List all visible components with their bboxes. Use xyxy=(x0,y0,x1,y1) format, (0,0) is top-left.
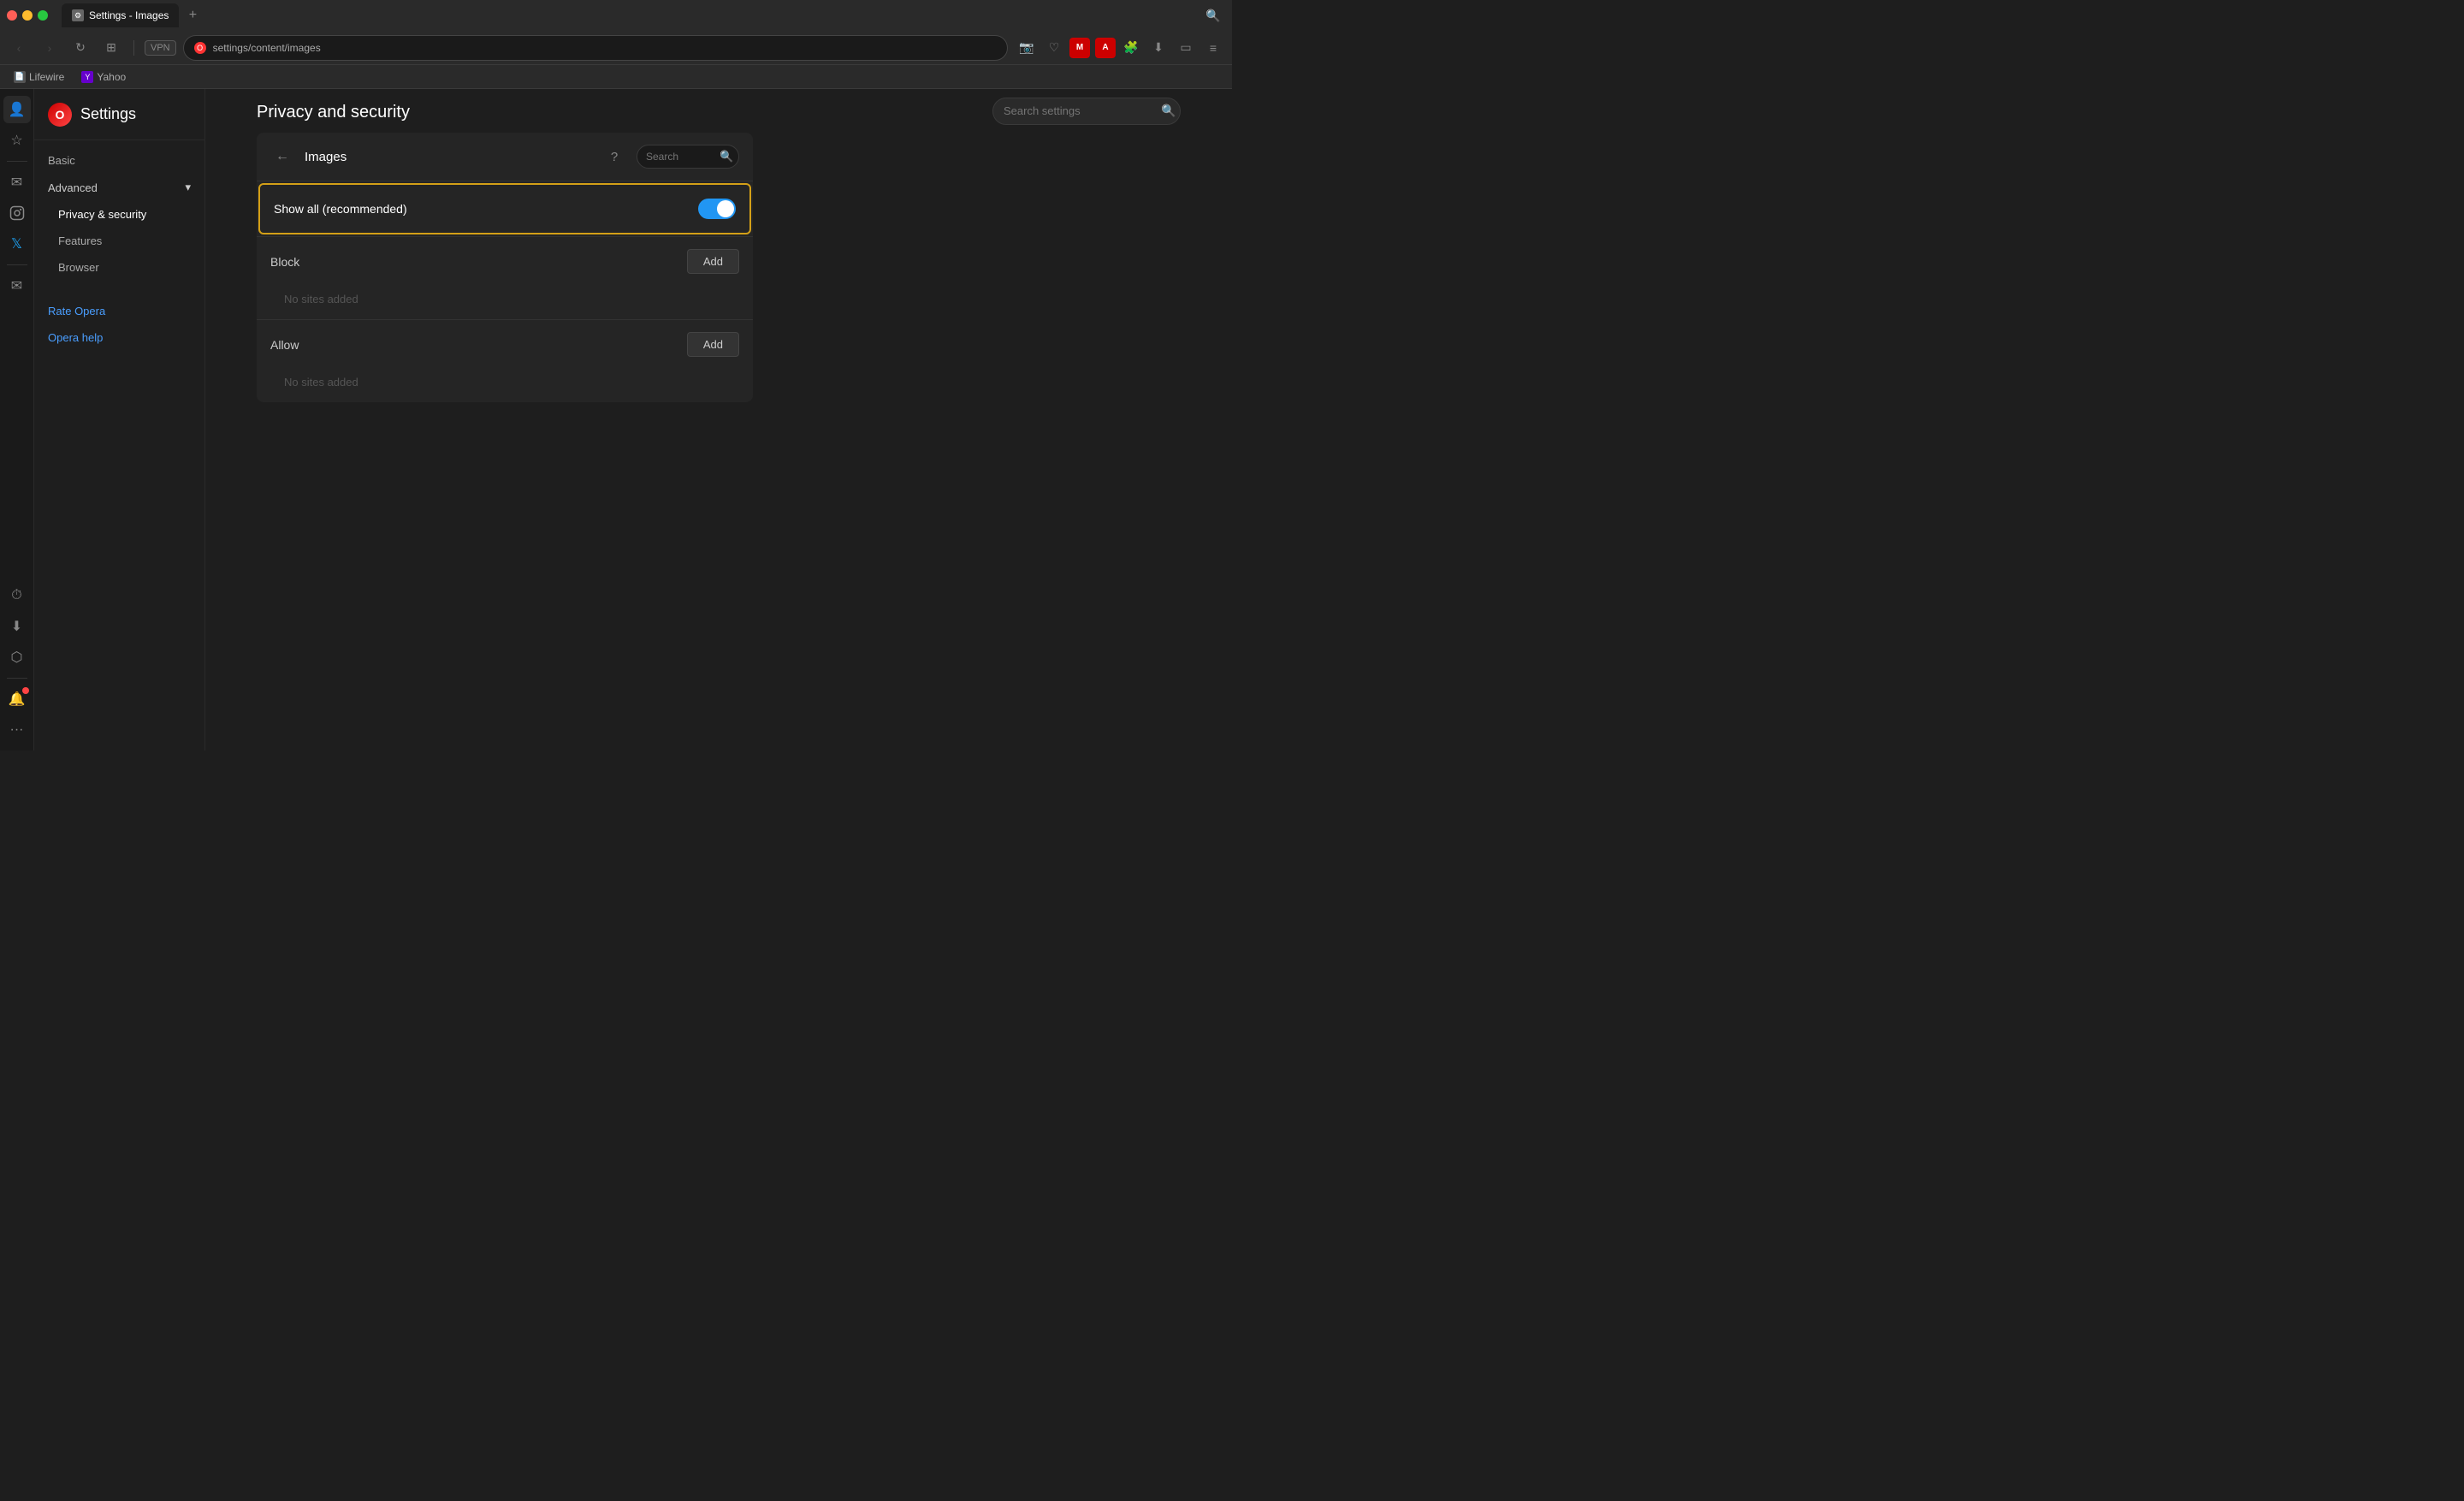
active-tab[interactable]: ⚙ Settings - Images xyxy=(62,3,179,27)
block-empty-text: No sites added xyxy=(257,286,753,319)
bookmark-lifewire-label: Lifewire xyxy=(29,71,64,83)
navbar-right-icons: 📷 ♡ M A 🧩 ⬇ ▭ ≡ xyxy=(1015,36,1225,60)
address-bar[interactable]: O settings/content/images xyxy=(183,35,1008,61)
panel-header: ← Images ? 🔍 xyxy=(257,133,753,181)
opera-logo: O xyxy=(48,103,72,127)
panel-help-button[interactable]: ? xyxy=(602,145,626,169)
sidebar-icon-star[interactable]: ☆ xyxy=(3,127,31,154)
address-text: settings/content/images xyxy=(213,42,997,54)
settings-nav: O Settings Basic Advanced ▾ Privacy & se… xyxy=(34,89,205,750)
block-label: Block xyxy=(270,255,299,269)
minimize-button[interactable] xyxy=(22,10,33,21)
tab-bar: ⚙ Settings - Images + xyxy=(62,3,1194,27)
sidebar-icon-instagram[interactable] xyxy=(3,199,31,227)
titlebar-search-button[interactable]: 🔍 xyxy=(1201,3,1225,27)
panel-title: Images xyxy=(305,150,592,164)
bookmark-lifewire-icon: 📄 xyxy=(14,71,26,83)
nav-item-opera-help[interactable]: Opera help xyxy=(34,324,204,351)
refresh-button[interactable]: ↻ xyxy=(68,36,92,60)
panel-search-input[interactable] xyxy=(646,151,714,163)
downloads-button[interactable]: ⬇ xyxy=(1146,36,1170,60)
settings-search-icon: 🔍 xyxy=(1161,104,1176,118)
bookmarks-bar: 📄 Lifewire Y Yahoo xyxy=(0,65,1232,89)
titlebar: ⚙ Settings - Images + 🔍 xyxy=(0,0,1232,31)
sidebar-icon-twitter[interactable]: 𝕏 xyxy=(3,230,31,258)
extensions-button[interactable]: 🧩 xyxy=(1119,36,1143,60)
content-area: ← Images ? 🔍 Show all (recommended) Bloc… xyxy=(205,133,1232,402)
nav-item-advanced[interactable]: Advanced ▾ xyxy=(34,174,204,201)
maximize-button[interactable] xyxy=(38,10,48,21)
sidebar-icon-extensions[interactable]: ⬡ xyxy=(3,644,31,671)
forward-button[interactable]: › xyxy=(38,36,62,60)
traffic-lights xyxy=(7,10,48,21)
panel-search-icon: 🔍 xyxy=(720,150,733,163)
show-all-toggle-row: Show all (recommended) xyxy=(258,183,751,234)
bookmark-yahoo-icon: Y xyxy=(81,71,93,83)
camera-button[interactable]: 📷 xyxy=(1015,36,1039,60)
opera-icon: O xyxy=(194,42,206,54)
sidebar-icons: 👤 ☆ ✉ 𝕏 ✉ ⏱ ⬇ ⬡ 🔔 ··· xyxy=(0,89,34,750)
sidebar-icon-messenger[interactable]: ✉ xyxy=(3,169,31,196)
panel-back-button[interactable]: ← xyxy=(270,145,294,169)
myopera-button[interactable]: M xyxy=(1069,38,1090,58)
bookmark-yahoo-label: Yahoo xyxy=(97,71,126,83)
menu-button[interactable]: ≡ xyxy=(1201,36,1225,60)
sidebar-icon-downloads[interactable]: ⬇ xyxy=(3,613,31,640)
back-button[interactable]: ‹ xyxy=(7,36,31,60)
block-add-button[interactable]: Add xyxy=(687,249,739,274)
bookmark-lifewire[interactable]: 📄 Lifewire xyxy=(7,69,71,85)
show-all-toggle[interactable] xyxy=(698,199,736,219)
opera-help-link[interactable]: Opera help xyxy=(48,331,103,344)
nav-items-container: Basic Advanced ▾ Privacy & security Feat… xyxy=(34,140,204,750)
tab-label: Settings - Images xyxy=(89,9,169,21)
nav-item-features[interactable]: Features xyxy=(34,228,204,254)
allow-section-row: Allow Add xyxy=(257,319,753,369)
bookmark-yahoo[interactable]: Y Yahoo xyxy=(74,69,133,85)
close-button[interactable] xyxy=(7,10,17,21)
settings-search-box[interactable]: 🔍 xyxy=(992,98,1181,125)
rate-opera-link[interactable]: Rate Opera xyxy=(48,305,105,317)
sidebar-divider-3 xyxy=(7,678,27,679)
block-section-row: Block Add xyxy=(257,236,753,286)
sidebar-icon-profile[interactable]: 👤 xyxy=(3,96,31,123)
navbar: ‹ › ↻ ⊞ VPN O settings/content/images 📷 … xyxy=(0,31,1232,65)
panel-search[interactable]: 🔍 xyxy=(637,145,739,169)
grid-view-button[interactable]: ⊞ xyxy=(99,36,123,60)
vpn-badge[interactable]: VPN xyxy=(145,40,176,56)
sidebar-icon-more[interactable]: ··· xyxy=(3,716,31,744)
sidebar-divider-1 xyxy=(7,161,27,162)
notification-badge xyxy=(22,687,29,694)
settings-title: Settings xyxy=(80,105,136,123)
sidebar-icon-history[interactable]: ⏱ xyxy=(3,582,31,609)
allow-empty-text: No sites added xyxy=(257,369,753,402)
sidebar-icon-notifications[interactable]: 🔔 xyxy=(3,685,31,713)
window-button[interactable]: ▭ xyxy=(1174,36,1198,60)
toggle-label: Show all (recommended) xyxy=(274,202,407,216)
page-title: Privacy and security xyxy=(257,89,410,133)
settings-header: O Settings xyxy=(34,89,204,140)
content-top-bar: Privacy and security 🔍 xyxy=(205,89,1232,133)
sidebar-icon-mail[interactable]: ✉ xyxy=(3,272,31,300)
ad-block-button[interactable]: A xyxy=(1095,38,1116,58)
main-layout: 👤 ☆ ✉ 𝕏 ✉ ⏱ ⬇ ⬡ 🔔 ··· O Settings xyxy=(0,89,1232,750)
images-panel: ← Images ? 🔍 Show all (recommended) Bloc… xyxy=(257,133,753,402)
favorites-button[interactable]: ♡ xyxy=(1042,36,1066,60)
nav-item-rate-opera[interactable]: Rate Opera xyxy=(34,298,204,324)
sidebar-divider-2 xyxy=(7,264,27,265)
tab-favicon: ⚙ xyxy=(72,9,84,21)
nav-item-browser[interactable]: Browser xyxy=(34,254,204,281)
allow-add-button[interactable]: Add xyxy=(687,332,739,357)
chevron-down-icon: ▾ xyxy=(185,181,191,194)
allow-label: Allow xyxy=(270,338,299,352)
settings-search-input[interactable] xyxy=(1004,104,1154,117)
nav-item-privacy[interactable]: Privacy & security xyxy=(34,201,204,228)
nav-item-basic[interactable]: Basic xyxy=(34,147,204,174)
new-tab-button[interactable]: + xyxy=(182,5,203,26)
main-content: Privacy and security 🔍 ← Images ? 🔍 xyxy=(205,89,1232,750)
